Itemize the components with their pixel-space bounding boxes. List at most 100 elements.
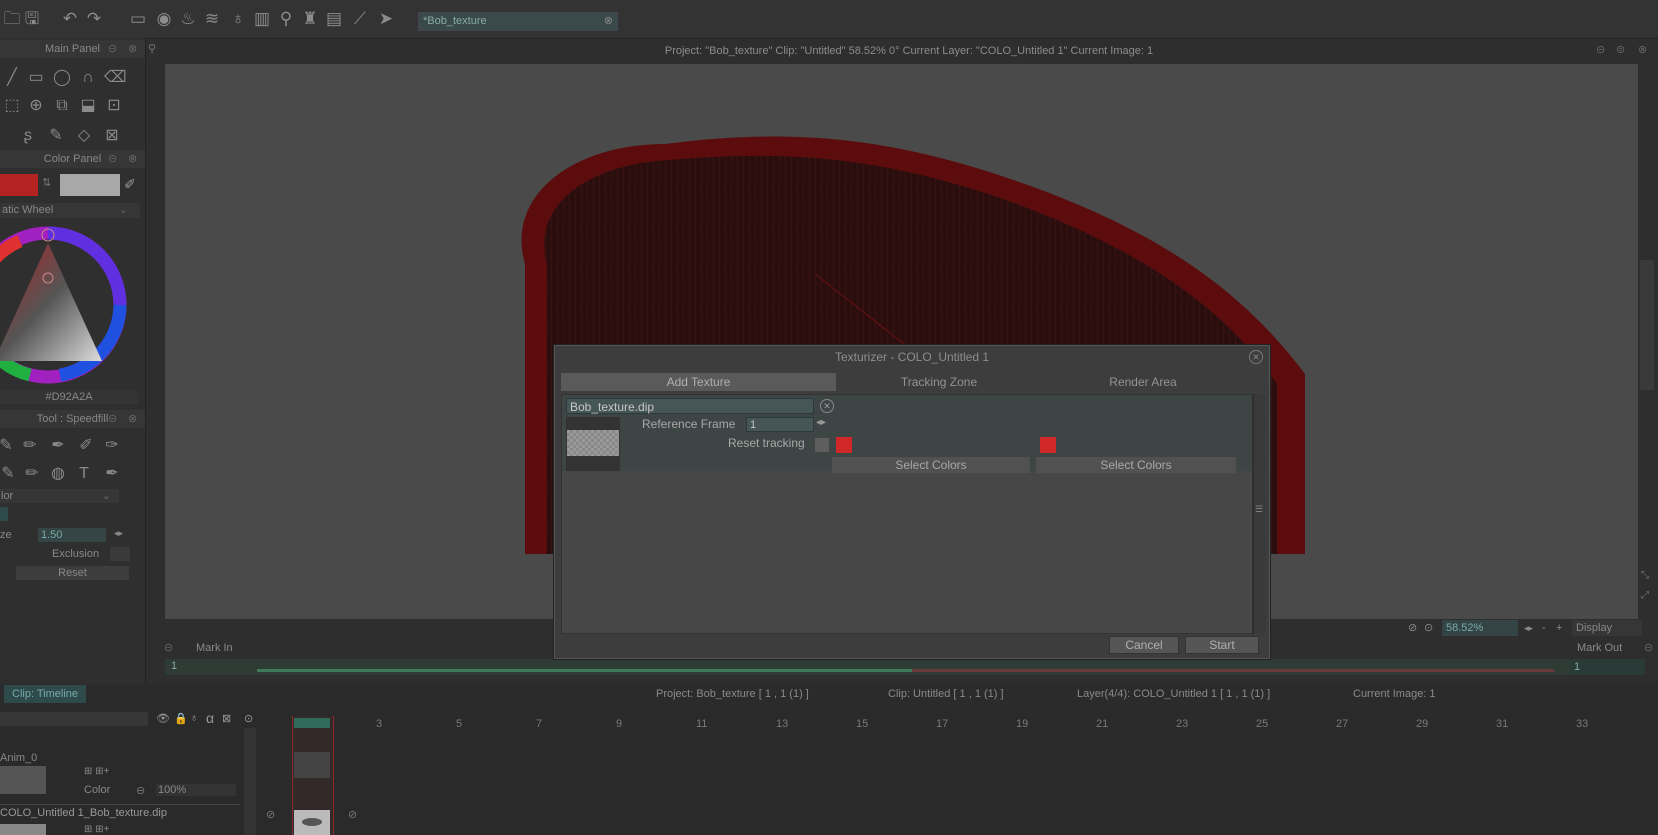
close-icon[interactable]: ⊗	[1638, 43, 1647, 56]
mode-tab[interactable]	[0, 507, 8, 521]
scroll-handle-icon[interactable]: ☰	[1255, 504, 1263, 515]
rotate-tool-icon[interactable]: ◇	[74, 126, 94, 146]
primary-color-swatch[interactable]	[0, 174, 38, 196]
film-icon[interactable]: ▥	[252, 9, 272, 29]
magic-hat-icon[interactable]: ♜	[300, 9, 320, 29]
display-select[interactable]: Display	[1572, 620, 1642, 636]
exclusion-checkbox[interactable]	[110, 547, 130, 561]
center-view-icon[interactable]: ⊙	[1424, 620, 1433, 636]
pin-icon[interactable]: ⚲	[148, 42, 156, 55]
fill-drop-icon[interactable]: ◍	[48, 464, 68, 484]
smudge-icon[interactable]: ✎	[0, 464, 18, 484]
timeline-tab[interactable]: Clip: Timeline	[4, 685, 87, 703]
alpha-icon[interactable]: α	[206, 710, 214, 726]
opacity-icon[interactable]: ⊖	[136, 784, 145, 797]
render-color-swatch[interactable]	[1040, 437, 1056, 453]
stepper-icon[interactable]: ◂▸	[1524, 620, 1533, 636]
library-icon[interactable]: ▤	[324, 9, 344, 29]
matte-icon[interactable]: ⊠	[222, 712, 231, 725]
project-name-field[interactable]: *Bob_texture ⊗	[418, 12, 618, 31]
save-icon[interactable]: 🖫	[22, 9, 42, 29]
graph-icon[interactable]: ⟋	[350, 9, 370, 29]
zoom-field[interactable]: 58.52%	[1442, 620, 1518, 636]
rectangle-tool-icon[interactable]: ▭	[26, 68, 46, 88]
fill-select-tool-icon[interactable]: ⊠	[102, 126, 122, 146]
close-icon[interactable]: ⊗	[128, 40, 137, 58]
hex-color-field[interactable]: #D92A2A	[0, 390, 138, 404]
camera-tool-icon[interactable]: ⊡	[104, 96, 124, 116]
scene-icon[interactable]: ♨	[178, 9, 198, 29]
paper-plane-icon[interactable]: ➤	[376, 9, 396, 29]
close-icon[interactable]: ⊗	[128, 150, 137, 168]
line-tool-icon[interactable]: ╱	[2, 68, 22, 88]
reset-button[interactable]: Reset	[16, 566, 129, 580]
select-tool-icon[interactable]: ⬚	[2, 96, 22, 116]
start-button[interactable]: Start	[1185, 636, 1259, 654]
curve-tool-icon[interactable]: ∩	[78, 68, 98, 88]
secondary-color-swatch[interactable]	[60, 174, 120, 196]
light-icon[interactable]: ♁	[190, 712, 198, 724]
lock-icon[interactable]: 🔒	[174, 712, 188, 725]
minimize-icon[interactable]: ⊜	[1616, 43, 1625, 56]
pen-tool-icon[interactable]: ✎	[46, 126, 66, 146]
reset-tracking-checkbox[interactable]	[814, 437, 830, 453]
dialog-scrollbar[interactable]: ☰	[1253, 394, 1266, 634]
airbrush-icon[interactable]: ✑	[102, 436, 122, 456]
viewport-scrollbar[interactable]	[1640, 260, 1654, 390]
crop-tool-icon[interactable]: ⧉	[52, 96, 72, 116]
tab-add-texture[interactable]: Add Texture	[561, 373, 836, 391]
layer-opacity-field[interactable]: 100%	[156, 784, 236, 796]
brush-icon[interactable]: ✏	[20, 436, 40, 456]
transform-tool-icon[interactable]: ⊕	[26, 96, 46, 116]
layer-filter-select[interactable]	[0, 712, 148, 726]
layer-texture-name[interactable]: COLO_Untitled 1_Bob_texture.dip	[0, 807, 167, 819]
color-wheel[interactable]	[0, 223, 135, 388]
collapse-icon[interactable]: ⊝	[108, 40, 117, 58]
redo-icon[interactable]: ↷	[84, 9, 104, 29]
layer-controls-icon[interactable]: ⊞ ⊞+	[84, 766, 109, 777]
swap-colors-icon[interactable]: ⇅	[42, 176, 51, 189]
layer-scrollbar[interactable]	[244, 728, 256, 835]
frame-range-bar[interactable]: 1 1	[165, 659, 1645, 675]
dialog-close-icon[interactable]: ✕	[1249, 350, 1263, 364]
toolbox-icon[interactable]: ▭	[128, 9, 148, 29]
mark-out-icon[interactable]: ⊝	[1644, 638, 1653, 658]
marker-icon[interactable]: ✒	[48, 436, 68, 456]
mark-in-icon[interactable]: ⊝	[164, 638, 173, 658]
grid-tool-icon[interactable]: ⬓	[78, 96, 98, 116]
resize-icon[interactable]: ⤢	[1641, 590, 1649, 601]
undo-icon[interactable]: ↶	[60, 9, 80, 29]
timer-icon[interactable]: ⊙	[244, 712, 253, 725]
brush-icon[interactable]: ✎	[0, 436, 16, 456]
open-folder-icon[interactable]: 🗀	[2, 9, 22, 29]
lasso-tool-icon[interactable]: ʂ	[18, 126, 38, 146]
timeline-cell[interactable]	[294, 752, 330, 778]
pencil-icon[interactable]: ✐	[76, 436, 96, 456]
eyedropper-icon[interactable]: ✐	[124, 176, 136, 193]
reference-frame-input[interactable]: 1	[746, 417, 814, 432]
visibility-icon[interactable]: 👁	[156, 712, 170, 725]
texture-file-field[interactable]: Bob_texture.dip	[566, 398, 814, 414]
layer-controls-icon[interactable]: ⊞ ⊞+	[84, 824, 109, 835]
tab-tracking-zone[interactable]: Tracking Zone	[839, 373, 1039, 391]
select-colors-button[interactable]: Select Colors	[1036, 457, 1236, 473]
fill-mode-select[interactable]: lor ⌄	[0, 489, 119, 503]
pen-icon[interactable]: ✏	[22, 464, 42, 484]
timeline-body[interactable]: 👁 🔒 ♁ α ⊠ ⊙ 1357911131517192123252729313…	[0, 704, 1658, 835]
clear-icon[interactable]: ⊗	[604, 13, 613, 30]
timeline-cell-texture[interactable]	[294, 810, 330, 835]
tracking-color-swatch[interactable]	[836, 437, 852, 453]
color-mode-select[interactable]: atic Wheel ⌄	[0, 203, 140, 218]
tab-render-area[interactable]: Render Area	[1043, 373, 1243, 391]
stepper-icon[interactable]: ◂▸	[816, 417, 826, 428]
collapse-icon[interactable]: ⊝	[1596, 43, 1605, 56]
collapse-icon[interactable]: ⊝	[108, 410, 117, 428]
rotate-view-icon[interactable]: ⊘	[1408, 620, 1417, 636]
zoom-in-icon[interactable]: +	[1556, 620, 1562, 636]
size-field[interactable]: 1.50	[38, 528, 106, 542]
light-bulb-icon[interactable]: ♁	[228, 9, 248, 29]
stepper-icon[interactable]: ◂▸	[114, 528, 123, 539]
text-tool-icon[interactable]: T	[74, 464, 94, 484]
frame-end-value[interactable]: 1	[1570, 659, 1645, 675]
select-colors-button[interactable]: Select Colors	[832, 457, 1030, 473]
